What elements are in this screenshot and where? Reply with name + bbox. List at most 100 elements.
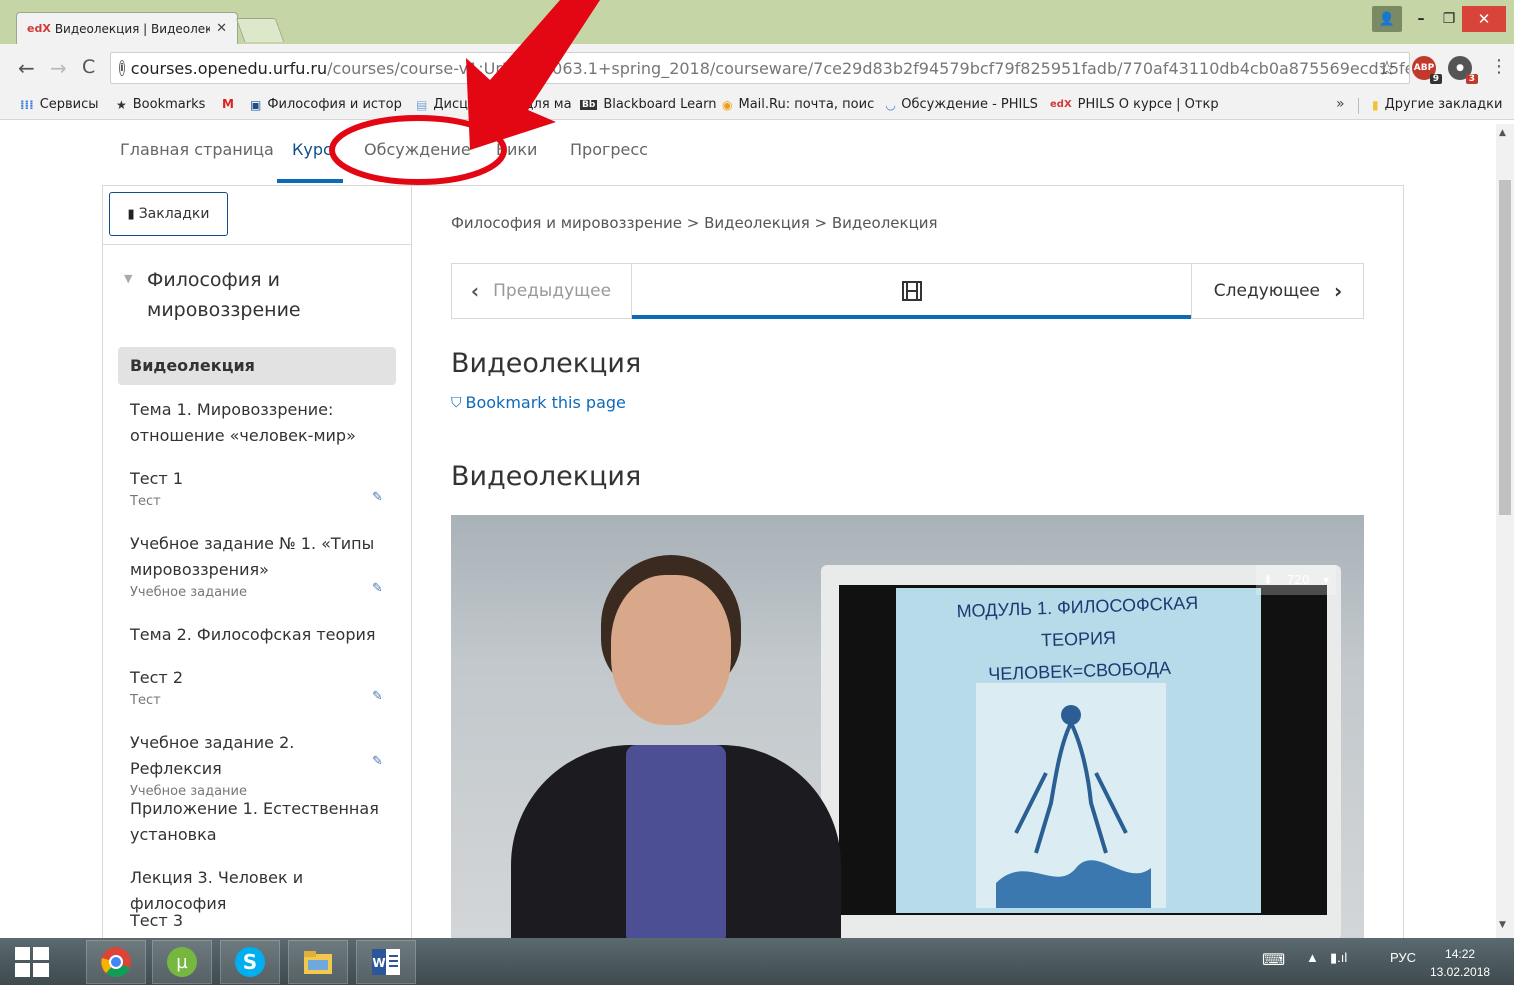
sidebar-item-task-2[interactable]: Учебное задание 2. Рефлексия Учебное зад… [130,730,380,802]
bookmark-label: Обсуждение - PHILS [901,97,1038,112]
taskbar-utorrent[interactable]: µ [152,940,212,984]
tab-discussion[interactable]: Обсуждение [364,140,471,159]
next-label: Следующее [1213,281,1320,301]
browser-tab[interactable]: edX Видеолекция | Видеолек ✕ [16,12,238,44]
bookmark-label: Bookmarks [132,97,206,112]
extension-icon[interactable]: ● 3 [1448,56,1478,84]
svg-text:S: S [243,950,257,974]
course-navigation: Главная страница Курс Обсуждение Вики Пр… [0,124,1496,186]
back-arrow-icon[interactable]: ← [18,56,35,80]
keyboard-icon[interactable]: ⌨ [1262,950,1285,970]
clock-date: 13.02.2018 [1430,965,1491,979]
maximize-icon[interactable]: ❐ [1436,6,1462,32]
apps-icon: ⁞⁞⁞ [20,97,34,112]
sidebar-item-topic-2[interactable]: Тема 2. Философская теория [130,622,380,648]
active-tab-indicator [277,179,343,183]
windows-start-button[interactable] [0,938,64,985]
tab-close-icon[interactable]: ✕ [216,21,227,36]
browser-menu-icon[interactable]: ⋮ [1490,56,1508,77]
edx-favicon-icon: edX [27,22,51,35]
bookmark-mailru[interactable]: ◉ Mail.Ru: почта, поис [722,97,874,112]
chapter-title[interactable]: Философия и мировоззрение [147,265,397,325]
bookmark-philosophy[interactable]: ▣ Философия и истор [250,97,402,112]
tray-expand-icon[interactable]: ▲ [1306,950,1319,965]
sidebar-item-videolecture[interactable]: Видеолекция [130,353,380,379]
sidebar-item-appendix-1[interactable]: Приложение 1. Естественная установка [130,796,380,848]
caret-down-icon[interactable]: ▼ [124,272,132,285]
tab-home[interactable]: Главная страница [120,140,274,159]
bookmarks-button[interactable]: ▮ Закладки [109,192,228,236]
sidebar-item-topic-1[interactable]: Тема 1. Мировоззрение: отношение «челове… [130,397,380,449]
user-profile-icon[interactable]: 👤 [1372,6,1402,32]
scrollbar-thumb[interactable] [1499,180,1511,515]
bookmark-blackboard[interactable]: Bb Blackboard Learn [580,97,717,112]
video-quality-control[interactable]: ⬇ 720 ▾ [1256,565,1336,595]
tab-progress[interactable]: Прогресс [570,140,648,159]
scroll-up-icon[interactable]: ▲ [1499,128,1506,138]
edit-icon: ✎ [372,490,383,505]
svg-text:µ: µ [176,952,188,973]
taskbar-clock[interactable]: 14:22 13.02.2018 [1430,945,1490,981]
sequence-unit-tab[interactable] [632,263,1191,319]
edit-icon: ✎ [372,689,383,704]
bookmark-disciplines[interactable]: ▤ Дисциплины для ма [416,97,572,112]
sidebar-item-test-2[interactable]: Тест 2 Тест [130,665,380,711]
bb-icon: Bb [580,99,598,110]
more-bookmarks-icon[interactable]: » [1336,96,1345,112]
bookmark-label: Философия и истор [267,97,402,112]
taskbar-skype[interactable]: S [220,940,280,984]
breadcrumb[interactable]: Философия и мировоззрение > Видеолекция … [451,214,938,232]
bookmark-discussion[interactable]: ◡ Обсуждение - PHILS [886,97,1038,112]
next-button[interactable]: Следующее › [1191,263,1364,319]
language-indicator[interactable]: РУС [1390,950,1416,965]
bookmark-label: Сервисы [39,97,99,112]
sidebar-item-meta: Тест [130,494,161,509]
browser-titlebar: edX Видеолекция | Видеолек ✕ 👤 – ❐ ✕ [0,0,1514,44]
sidebar-item-test-3[interactable]: Тест 3 [130,908,380,934]
bookmark-bookmarks[interactable]: ★ Bookmarks [116,97,205,112]
bookmark-label: PHILS О курсе | Откр [1077,97,1219,112]
address-bar[interactable]: i courses.openedu.urfu.ru /courses/cours… [110,52,1410,84]
minimize-icon[interactable]: – [1408,6,1434,32]
bookmark-services[interactable]: ⁞⁞⁞ Сервисы [20,97,99,112]
scroll-down-icon[interactable]: ▼ [1499,920,1506,930]
windows-logo-icon [15,946,49,977]
doc-icon: ▣ [250,97,262,112]
bookmark-phils[interactable]: edX PHILS О курсе | Откр [1050,97,1219,112]
sidebar-item-label: Учебное задание 2. Рефлексия [130,733,295,778]
video-heading: Видеолекция [451,461,642,492]
sidebar-item-task-1[interactable]: Учебное задание № 1. «Типы мировоззрения… [130,531,380,603]
bookmark-label: Дисциплины для ма [433,97,572,112]
loading-icon: ◡ [886,97,896,112]
new-tab-button[interactable] [235,18,285,42]
tab-wiki[interactable]: Вики [496,140,537,159]
video-player[interactable]: МОДУЛЬ 1. ФИЛОСОФСКАЯ ТЕОРИЯ ЧЕЛОВЕК=СВО… [451,515,1364,940]
tab-course[interactable]: Курс [292,140,332,159]
word-icon: W [372,949,400,975]
sidebar-item-label: Тема 2. Философская теория [130,625,376,644]
download-icon[interactable]: ⬇ [1263,573,1273,587]
window-close-icon[interactable]: ✕ [1462,6,1506,32]
taskbar-chrome[interactable] [86,940,146,984]
sidebar-item-test-1[interactable]: Тест 1 Тест [130,466,380,512]
taskbar-word[interactable]: W [356,940,416,984]
sidebar-item-label: Приложение 1. Естественная установка [130,799,379,844]
divider [102,244,412,245]
bookmark-page-link[interactable]: ⛉ Bookmark this page [451,393,626,412]
network-icon[interactable]: ▮.ıl [1330,950,1347,966]
extension-badge: 3 [1465,74,1478,84]
forward-arrow-icon[interactable]: → [50,56,67,80]
lecturer-face [611,575,731,725]
bookmark-star-icon[interactable]: ☆ [1378,56,1396,80]
chevron-left-icon: ‹ [470,279,480,303]
other-bookmarks[interactable]: ▮ Другие закладки [1372,97,1502,112]
bookmark-label: Mail.Ru: почта, поис [738,97,875,112]
taskbar-explorer[interactable] [288,940,348,984]
bookmark-m[interactable]: M [222,97,240,111]
bookmark-page-label: Bookmark this page [465,393,626,412]
adblock-extension-icon[interactable]: ABP 9 [1412,56,1442,84]
reload-icon[interactable]: C [82,56,95,78]
url-path-rest: -0063.1+spring_2018/courseware/7ce29d83b… [536,58,1410,78]
previous-button[interactable]: ‹ Предыдущее [451,263,632,319]
info-icon[interactable]: i [119,60,125,76]
